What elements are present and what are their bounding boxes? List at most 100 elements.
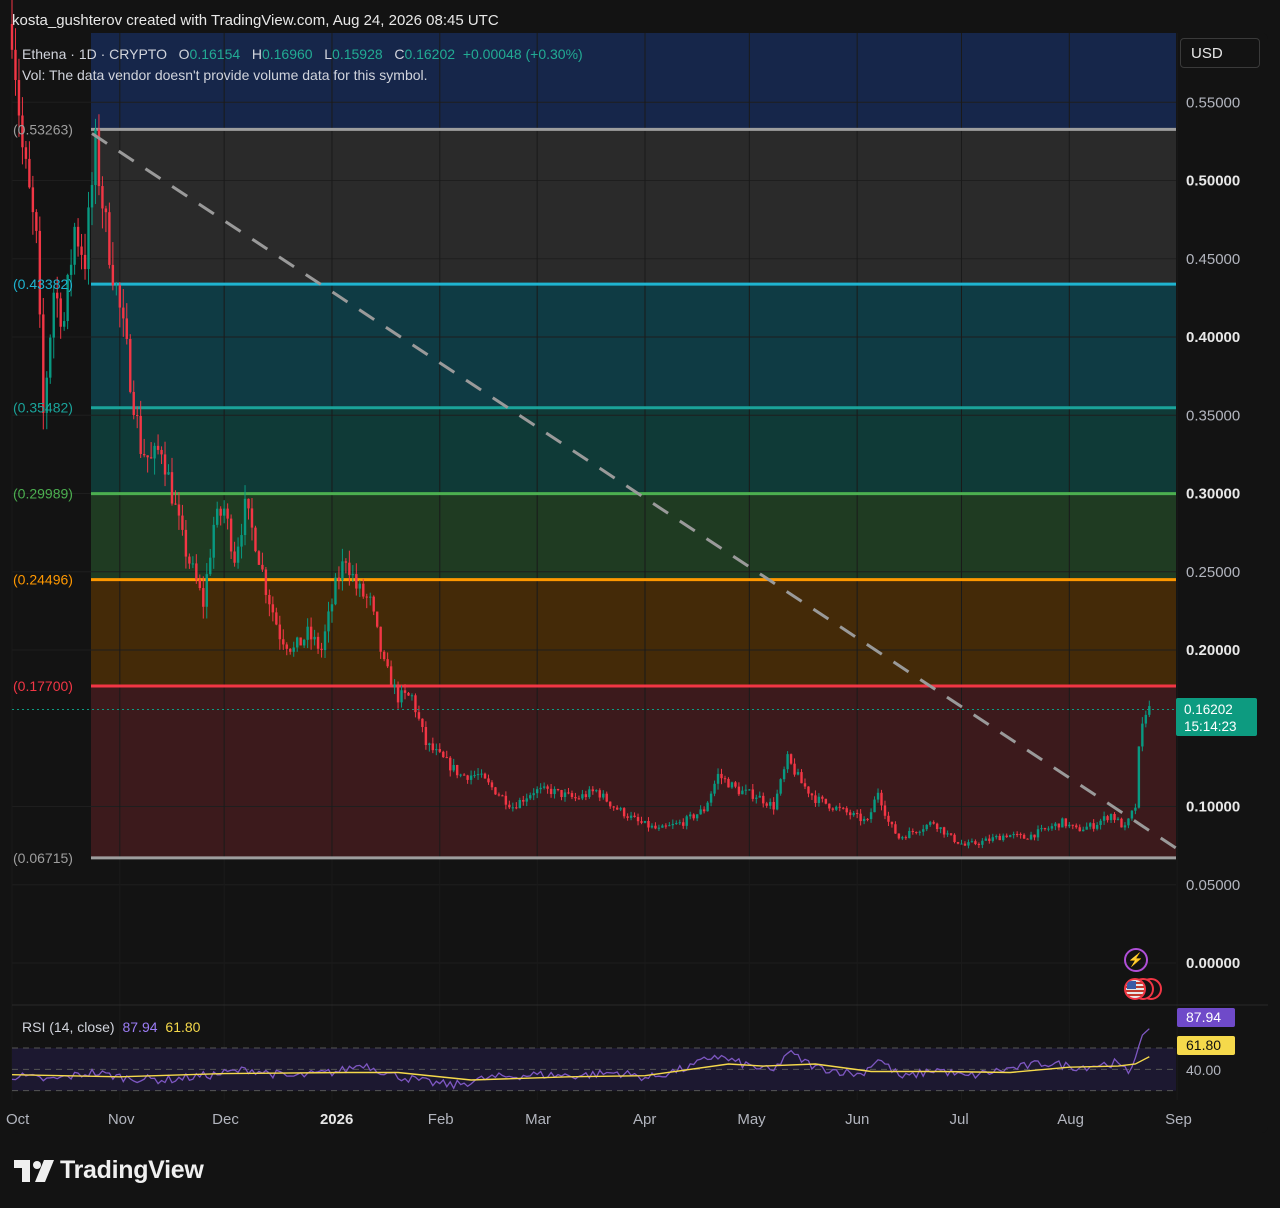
candle-body <box>302 639 306 646</box>
candle-body <box>675 823 678 825</box>
candle-body <box>546 786 549 789</box>
time-axis-label: Mar <box>525 1111 551 1128</box>
candle-body <box>202 588 205 607</box>
candle-body <box>935 823 939 830</box>
candle-body <box>650 825 654 828</box>
candle-body <box>386 659 389 667</box>
candle-body <box>636 817 640 822</box>
candle-body <box>772 801 775 810</box>
candle-body <box>803 783 807 787</box>
candle-body <box>421 718 424 728</box>
candle-body <box>671 823 675 826</box>
candle-body <box>866 818 869 820</box>
lightning-icon[interactable]: ⚡ <box>1124 948 1148 972</box>
candle-body <box>403 690 407 693</box>
candle-body <box>355 574 358 589</box>
candle-body <box>348 562 351 576</box>
candle-body <box>153 445 156 459</box>
events-icon-group[interactable] <box>1122 978 1166 1002</box>
candle-body <box>282 639 285 645</box>
candle-body <box>549 788 553 795</box>
candle-body <box>375 611 379 627</box>
candle-body <box>647 820 650 828</box>
candle-body <box>330 604 334 612</box>
candle-body <box>504 795 508 805</box>
candle-body <box>400 690 403 703</box>
candle-body <box>560 790 563 798</box>
candle-body <box>344 561 348 563</box>
candle-body <box>737 786 741 795</box>
candle-body <box>769 801 772 806</box>
currency-button[interactable]: USD <box>1180 38 1260 68</box>
candle-body <box>1127 818 1130 826</box>
candle-body <box>497 794 501 796</box>
rsi-legend: RSI (14, close) 87.94 61.80 <box>22 1019 200 1035</box>
candle-body <box>80 246 83 255</box>
candle-body <box>156 445 160 450</box>
candle-body <box>476 774 480 776</box>
candle-body <box>473 775 476 777</box>
price-axis-label: 0.00000 <box>1186 955 1240 972</box>
candle-body <box>1057 823 1061 828</box>
candle-body <box>219 508 222 516</box>
candle-body <box>115 285 118 287</box>
candle-body <box>101 186 104 209</box>
time-axis-label: Feb <box>428 1111 454 1128</box>
candle-body <box>873 799 876 813</box>
candle-body <box>222 508 226 516</box>
candle-body <box>69 264 73 275</box>
time-axis-label: Apr <box>633 1111 656 1128</box>
candle-body <box>1137 746 1141 808</box>
candle-body <box>949 833 953 835</box>
price-axis-label: 0.35000 <box>1186 407 1240 424</box>
candle-body <box>1095 824 1099 829</box>
candle-body <box>932 822 935 824</box>
candle-body <box>243 498 247 536</box>
candle-body <box>118 285 122 308</box>
candle-body <box>977 844 981 846</box>
high-value: 0.16960 <box>261 46 313 62</box>
candle-body <box>928 822 932 825</box>
candle-body <box>727 778 730 788</box>
candle-body <box>529 795 532 799</box>
candle-body <box>960 843 963 845</box>
candle-body <box>309 626 313 640</box>
candle-body <box>508 804 511 808</box>
candle-body <box>706 802 709 812</box>
candle-body <box>42 314 45 413</box>
candle-body <box>1141 723 1144 747</box>
candle-body <box>365 596 368 598</box>
candle-body <box>661 825 664 828</box>
rsi-title[interactable]: RSI (14, close) <box>22 1019 115 1035</box>
candle-body <box>1082 829 1085 832</box>
candle-body <box>369 596 372 598</box>
candle-body <box>584 794 588 798</box>
candle-body <box>442 751 445 758</box>
fib-level-label: (0.53263) <box>13 121 73 137</box>
fib-level-label: (0.24496) <box>13 572 73 588</box>
candle-body <box>828 803 831 809</box>
candle-body <box>142 453 146 456</box>
candle-body <box>605 793 608 802</box>
change-value: +0.00048 (+0.30%) <box>462 46 583 62</box>
us-flag-icon <box>1124 978 1146 1000</box>
candle-body <box>372 596 375 612</box>
price-axis-label: 0.55000 <box>1186 94 1240 111</box>
candle-body <box>876 792 880 800</box>
close-value: 0.16202 <box>404 46 456 62</box>
symbol-name[interactable]: Ethena · 1D · CRYPTO <box>22 46 167 62</box>
candle-body <box>842 807 845 809</box>
candle-body <box>915 831 918 833</box>
candle-body <box>233 551 236 563</box>
candle-body <box>73 226 76 265</box>
candle-body <box>1071 824 1074 826</box>
rsi-band <box>12 1047 1176 1091</box>
candle-body <box>295 637 299 648</box>
candle-body <box>581 794 584 799</box>
candle-body <box>487 778 490 783</box>
candle-body <box>887 815 890 822</box>
time-axis-label: May <box>737 1111 766 1128</box>
candle-body <box>1036 829 1040 838</box>
candle-body <box>734 782 737 787</box>
candle-body <box>911 830 915 832</box>
